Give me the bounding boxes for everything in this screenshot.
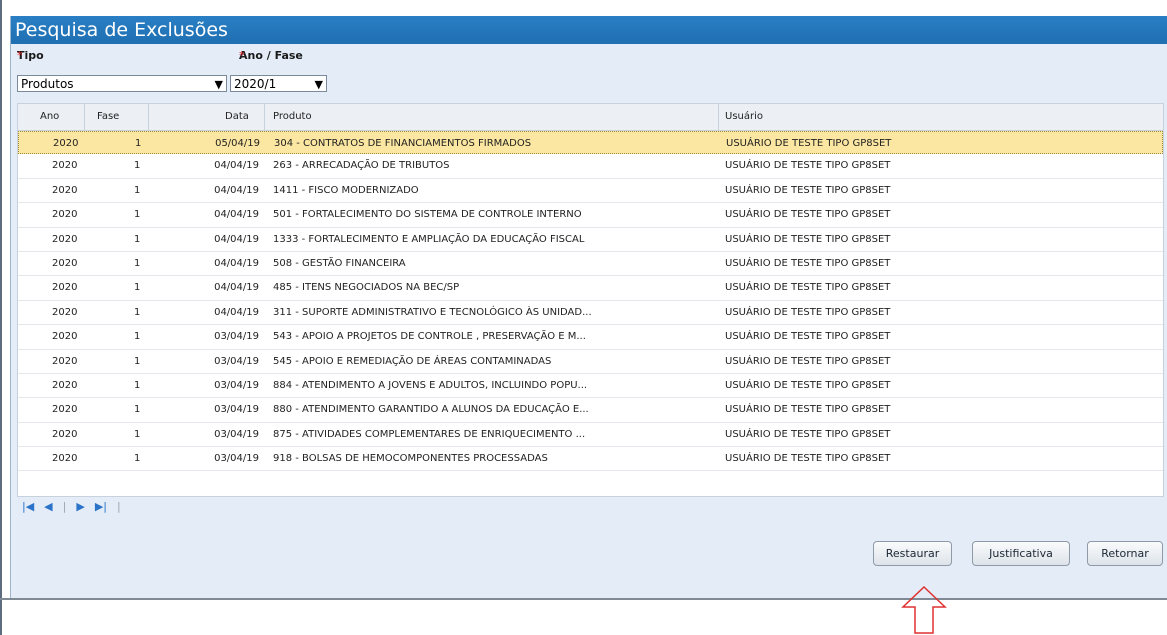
tipo-select-value: Produtos [21,77,74,91]
table-row[interactable]: 2020 1 04/04/19 311 - SUPORTE ADMINISTRATIV… [18,301,1163,326]
left-edge-rule [0,0,2,635]
table-row[interactable]: 2020 1 03/04/19 918 - BOLSAS DE HEMOCOMPONE… [18,447,1163,472]
column-header-produto[interactable]: Produto [273,104,312,130]
last-page-icon[interactable]: ▶| [92,500,110,513]
column-header-ano[interactable]: Ano [40,104,59,130]
table-row[interactable]: 2020 1 03/04/19 545 - APOIO E REMEDIAÇÃO DE… [18,350,1163,374]
annotation-arrow-icon [901,586,947,634]
ano-fase-select-value: 2020/1 [234,77,277,91]
table-row[interactable]: 2020 1 03/04/19 880 - ATENDIMENTO GARANTIDO… [18,398,1163,423]
column-separator [84,104,85,130]
next-page-icon[interactable]: ▶ [73,500,87,513]
footer-divider [0,598,1167,600]
column-separator [148,104,149,130]
pager-divider: | [117,500,121,513]
table-row[interactable]: 2020 1 03/04/19 543 - APOIO A PROJETOS DE C… [18,325,1163,350]
column-header-data[interactable]: Data [225,104,249,130]
table-row[interactable]: 2020 1 04/04/19 508 - GESTÃO FINANCEIRA USUÁ… [18,252,1163,277]
exclusions-grid: Ano Fase Data Produto Usuário 2020 1 05/04… [17,103,1164,497]
retornar-button[interactable]: Retornar [1087,541,1163,566]
grid-rows: 2020 1 05/04/19 304 - CONTRATOS DE FINANCIA… [18,131,1163,472]
grid-header: Ano Fase Data Produto Usuário [18,104,1163,131]
column-separator [718,104,719,130]
table-row[interactable]: 2020 1 04/04/19 263 - ARRECADAÇÃO DE TRIBUT… [18,154,1163,179]
justificativa-button[interactable]: Justificativa [972,541,1070,566]
first-page-icon[interactable]: |◀ [19,500,37,513]
table-row[interactable]: 2020 1 04/04/19 1411 - FISCO MODERNIZADO USU… [18,179,1163,204]
panel-title: Pesquisa de Exclusões [11,16,1167,44]
prev-page-icon[interactable]: ◀ [41,500,55,513]
table-row[interactable]: 2020 1 04/04/19 1333 - FORTALECIMENTO E AMP… [18,228,1163,252]
table-row[interactable]: 2020 1 05/04/19 304 - CONTRATOS DE FINANCIA… [18,131,1163,155]
table-row[interactable]: 2020 1 03/04/19 875 - ATIVIDADES COMPLEMENT… [18,423,1163,448]
ano-fase-select[interactable]: 2020/1 ▼ [230,75,327,92]
table-row[interactable]: 2020 1 03/04/19 884 - ATENDIMENTO A JOVENS … [18,374,1163,399]
table-row[interactable]: 2020 1 04/04/19 485 - ITENS NEGOCIADOS NA B… [18,276,1163,301]
dropdown-arrow-icon: ▼ [214,78,223,91]
pager-divider: | [62,500,67,513]
column-header-fase[interactable]: Fase [97,104,119,130]
pagination-toolbar: |◀ ◀ | ▶ ▶| | [19,500,124,513]
exclusions-panel: Pesquisa de Exclusões Tipo * Ano / Fase … [10,16,1167,598]
dropdown-arrow-icon: ▼ [314,78,323,91]
column-header-usuario[interactable]: Usuário [725,104,763,130]
restaurar-button[interactable]: Restaurar [873,541,952,566]
tipo-select[interactable]: Produtos ▼ [17,75,227,92]
column-separator [264,104,265,130]
table-row[interactable]: 2020 1 04/04/19 501 - FORTALECIMENTO DO SIS… [18,203,1163,228]
